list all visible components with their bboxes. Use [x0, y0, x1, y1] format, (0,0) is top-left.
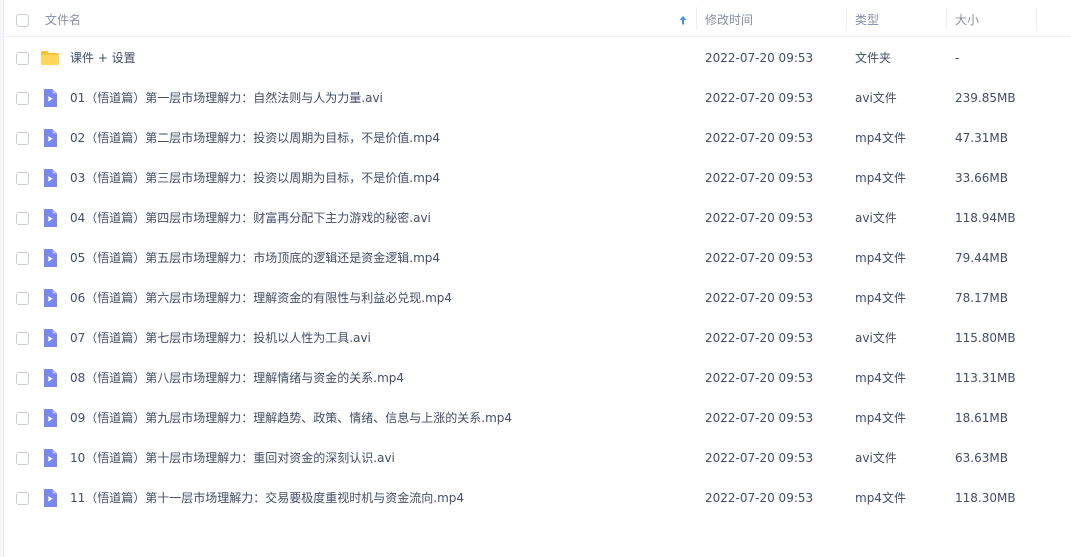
- column-header-size[interactable]: 大小: [955, 0, 979, 40]
- video-file-icon: [44, 89, 57, 107]
- file-row[interactable]: 07（悟道篇）第七层市场理解力：投机以人性为工具.avi 2022-07-20 0…: [4, 318, 1071, 358]
- video-file-icon: [44, 449, 57, 467]
- file-name[interactable]: 11（悟道篇）第十一层市场理解力：交易要极度重视时机与资金流向.mp4: [70, 478, 464, 518]
- file-modified: 2022-07-20 09:53: [705, 451, 814, 465]
- file-type: mp4文件: [855, 491, 906, 505]
- file-name[interactable]: 03（悟道篇）第三层市场理解力：投资以周期为目标，不是价值.mp4: [70, 158, 440, 198]
- column-divider[interactable]: [846, 7, 847, 30]
- row-checkbox[interactable]: [16, 372, 29, 385]
- row-checkbox[interactable]: [16, 132, 29, 145]
- file-size: 47.31MB: [955, 131, 1008, 145]
- folder-row[interactable]: 课件 + 设置 2022-07-20 09:53 文件夹 -: [4, 38, 1071, 78]
- file-row[interactable]: 02（悟道篇）第二层市场理解力：投资以周期为目标，不是价值.mp4 2022-07…: [4, 118, 1071, 158]
- file-name[interactable]: 10（悟道篇）第十层市场理解力：重回对资金的深刻认识.avi: [70, 438, 395, 478]
- file-row[interactable]: 10（悟道篇）第十层市场理解力：重回对资金的深刻认识.avi 2022-07-20…: [4, 438, 1071, 478]
- select-all-checkbox[interactable]: [16, 14, 29, 27]
- file-type: mp4文件: [855, 131, 906, 145]
- video-file-icon: [44, 249, 57, 267]
- column-header-modified[interactable]: 修改时间: [705, 0, 753, 40]
- file-modified: 2022-07-20 09:53: [705, 251, 814, 265]
- file-size: 33.66MB: [955, 171, 1008, 185]
- file-name[interactable]: 07（悟道篇）第七层市场理解力：投机以人性为工具.avi: [70, 318, 371, 358]
- video-file-icon: [44, 129, 57, 147]
- row-checkbox[interactable]: [16, 452, 29, 465]
- column-header-name[interactable]: 文件名: [45, 0, 81, 40]
- row-checkbox[interactable]: [16, 92, 29, 105]
- video-file-icon: [44, 169, 57, 187]
- video-file-icon: [44, 369, 57, 387]
- row-checkbox[interactable]: [16, 172, 29, 185]
- video-file-icon: [44, 489, 57, 507]
- column-header-type[interactable]: 类型: [855, 0, 879, 40]
- file-name[interactable]: 06（悟道篇）第六层市场理解力：理解资金的有限性与利益必兑现.mp4: [70, 278, 452, 318]
- column-divider[interactable]: [946, 7, 947, 30]
- file-size: 79.44MB: [955, 251, 1008, 265]
- row-checkbox[interactable]: [16, 212, 29, 225]
- file-modified: 2022-07-20 09:53: [705, 211, 814, 225]
- file-size: 239.85MB: [955, 91, 1016, 105]
- file-type: mp4文件: [855, 371, 906, 385]
- file-name[interactable]: 课件 + 设置: [70, 38, 136, 78]
- file-row[interactable]: 09（悟道篇）第九层市场理解力：理解趋势、政策、情绪、信息与上涨的关系.mp4 2…: [4, 398, 1071, 438]
- file-row[interactable]: 11（悟道篇）第十一层市场理解力：交易要极度重视时机与资金流向.mp4 2022-…: [4, 478, 1071, 518]
- file-name[interactable]: 08（悟道篇）第八层市场理解力：理解情绪与资金的关系.mp4: [70, 358, 404, 398]
- file-row[interactable]: 08（悟道篇）第八层市场理解力：理解情绪与资金的关系.mp4 2022-07-20…: [4, 358, 1071, 398]
- video-file-icon: [44, 329, 57, 347]
- file-type: mp4文件: [855, 251, 906, 265]
- file-row[interactable]: 04（悟道篇）第四层市场理解力：财富再分配下主力游戏的秘密.avi 2022-07…: [4, 198, 1071, 238]
- file-type: mp4文件: [855, 411, 906, 425]
- file-type: mp4文件: [855, 291, 906, 305]
- file-size: 113.31MB: [955, 371, 1016, 385]
- file-modified: 2022-07-20 09:53: [705, 171, 814, 185]
- file-size: 118.94MB: [955, 211, 1016, 225]
- file-modified: 2022-07-20 09:53: [705, 411, 814, 425]
- column-divider[interactable]: [1036, 7, 1037, 30]
- row-checkbox[interactable]: [16, 52, 29, 65]
- folder-icon: [41, 51, 59, 65]
- file-size: 118.30MB: [955, 491, 1016, 505]
- file-row[interactable]: 01（悟道篇）第一层市场理解力：自然法则与人为力量.avi 2022-07-20 …: [4, 78, 1071, 118]
- file-list: 文件名 修改时间 类型 大小 课件 + 设置 2022-07-20 09:53 文件…: [4, 0, 1071, 557]
- file-name[interactable]: 02（悟道篇）第二层市场理解力：投资以周期为目标，不是价值.mp4: [70, 118, 440, 158]
- file-modified: 2022-07-20 09:53: [705, 131, 814, 145]
- row-checkbox[interactable]: [16, 492, 29, 505]
- file-size: 78.17MB: [955, 291, 1008, 305]
- row-checkbox[interactable]: [16, 332, 29, 345]
- file-modified: 2022-07-20 09:53: [705, 371, 814, 385]
- file-name[interactable]: 05（悟道篇）第五层市场理解力：市场顶底的逻辑还是资金逻辑.mp4: [70, 238, 440, 278]
- file-type: avi文件: [855, 211, 897, 225]
- video-file-icon: [44, 289, 57, 307]
- row-checkbox[interactable]: [16, 412, 29, 425]
- file-modified: 2022-07-20 09:53: [705, 491, 814, 505]
- file-name[interactable]: 09（悟道篇）第九层市场理解力：理解趋势、政策、情绪、信息与上涨的关系.mp4: [70, 398, 512, 438]
- file-modified: 2022-07-20 09:53: [705, 91, 814, 105]
- row-checkbox[interactable]: [16, 252, 29, 265]
- video-file-icon: [44, 209, 57, 227]
- file-row[interactable]: 05（悟道篇）第五层市场理解力：市场顶底的逻辑还是资金逻辑.mp4 2022-07…: [4, 238, 1071, 278]
- file-modified: 2022-07-20 09:53: [705, 331, 814, 345]
- file-type: avi文件: [855, 91, 897, 105]
- sort-ascending-icon[interactable]: [677, 14, 689, 26]
- file-type: mp4文件: [855, 171, 906, 185]
- file-modified: 2022-07-20 09:53: [705, 51, 814, 65]
- file-modified: 2022-07-20 09:53: [705, 291, 814, 305]
- file-row[interactable]: 03（悟道篇）第三层市场理解力：投资以周期为目标，不是价值.mp4 2022-07…: [4, 158, 1071, 198]
- file-size: 18.61MB: [955, 411, 1008, 425]
- file-type: 文件夹: [855, 51, 892, 65]
- file-row[interactable]: 06（悟道篇）第六层市场理解力：理解资金的有限性与利益必兑现.mp4 2022-0…: [4, 278, 1071, 318]
- file-size: -: [955, 51, 960, 65]
- video-file-icon: [44, 409, 57, 427]
- row-checkbox[interactable]: [16, 292, 29, 305]
- file-type: avi文件: [855, 451, 897, 465]
- file-size: 63.63MB: [955, 451, 1008, 465]
- column-divider[interactable]: [696, 7, 697, 30]
- file-type: avi文件: [855, 331, 897, 345]
- file-name[interactable]: 01（悟道篇）第一层市场理解力：自然法则与人为力量.avi: [70, 78, 383, 118]
- file-list-header: 文件名 修改时间 类型 大小: [4, 0, 1071, 37]
- file-rows: 课件 + 设置 2022-07-20 09:53 文件夹 - 01（悟道篇）第一层市场…: [4, 38, 1071, 518]
- file-name[interactable]: 04（悟道篇）第四层市场理解力：财富再分配下主力游戏的秘密.avi: [70, 198, 431, 238]
- file-size: 115.80MB: [955, 331, 1016, 345]
